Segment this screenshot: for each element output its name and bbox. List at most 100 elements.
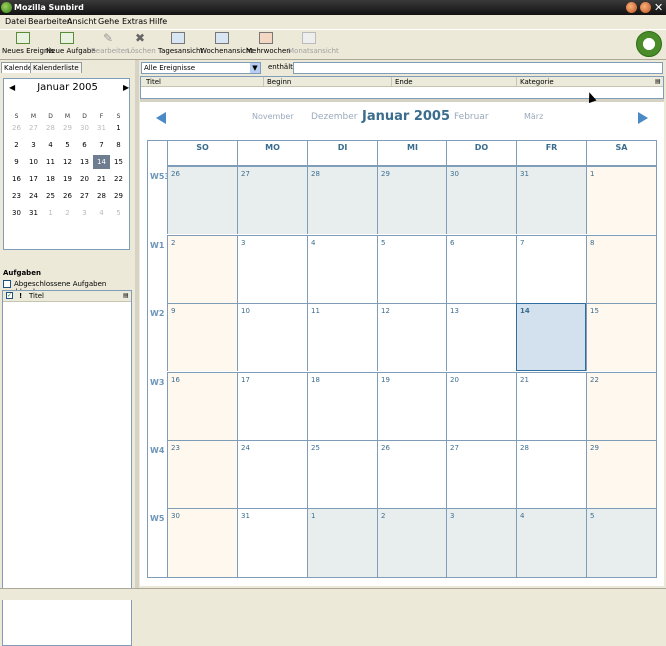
- column-picker-icon[interactable]: ▤: [655, 78, 661, 85]
- nav-month-november[interactable]: November: [252, 112, 294, 121]
- minimize-button[interactable]: [626, 2, 637, 13]
- minical-day[interactable]: 22: [110, 172, 127, 186]
- minical-day[interactable]: 19: [59, 172, 76, 186]
- day-cell[interactable]: 16: [167, 372, 237, 440]
- day-cell[interactable]: 1: [307, 508, 377, 577]
- day-cell[interactable]: 26: [377, 440, 447, 508]
- minical-day[interactable]: 11: [42, 155, 59, 169]
- nav-month-maerz[interactable]: März: [524, 112, 543, 121]
- chevron-down-icon[interactable]: ▼: [250, 63, 260, 73]
- minical-day[interactable]: 1: [42, 206, 59, 220]
- minical-day[interactable]: 29: [59, 121, 76, 135]
- day-cell[interactable]: 28: [516, 440, 586, 508]
- new-task-button[interactable]: Neue Aufgabe: [46, 32, 96, 55]
- day-cell[interactable]: 18: [307, 372, 377, 440]
- pane-splitter[interactable]: [135, 60, 139, 588]
- day-cell[interactable]: 28: [307, 166, 377, 234]
- day-cell[interactable]: 24: [237, 440, 307, 508]
- minical-day[interactable]: 5: [59, 138, 76, 152]
- month-view-button[interactable]: Monatsansicht: [288, 32, 339, 55]
- day-cell[interactable]: 2: [377, 508, 447, 577]
- menu-bearbeiten[interactable]: Bearbeiten: [28, 17, 72, 26]
- day-cell[interactable]: 27: [237, 166, 307, 234]
- day-cell[interactable]: 13: [446, 303, 516, 371]
- nav-month-februar[interactable]: Februar: [454, 112, 489, 122]
- day-cell[interactable]: 8: [586, 235, 656, 303]
- day-cell[interactable]: 10: [237, 303, 307, 371]
- nav-month-dezember[interactable]: Dezember: [311, 112, 357, 122]
- day-cell[interactable]: 4: [307, 235, 377, 303]
- day-cell[interactable]: 7: [516, 235, 586, 303]
- day-view-button[interactable]: Tagesansicht: [158, 32, 203, 55]
- menu-gehe[interactable]: Gehe: [98, 17, 119, 26]
- minical-day[interactable]: 26: [8, 121, 25, 135]
- minical-day[interactable]: 13: [76, 155, 93, 169]
- prev-month-arrow-icon[interactable]: [156, 112, 166, 124]
- minical-day[interactable]: 8: [110, 138, 127, 152]
- minical-day[interactable]: 27: [76, 189, 93, 203]
- day-cell[interactable]: 3: [237, 235, 307, 303]
- day-cell[interactable]: 30: [446, 166, 516, 234]
- col-beginn[interactable]: Beginn: [267, 78, 291, 86]
- minical-day[interactable]: 5: [110, 206, 127, 220]
- day-cell[interactable]: 29: [377, 166, 447, 234]
- day-cell[interactable]: 1: [586, 166, 656, 234]
- close-button[interactable]: ✕: [654, 1, 663, 14]
- day-cell[interactable]: 2: [167, 235, 237, 303]
- minical-day[interactable]: 28: [42, 121, 59, 135]
- title-column[interactable]: Titel: [29, 292, 44, 300]
- menu-ansicht[interactable]: Ansicht: [67, 17, 97, 26]
- minical-day[interactable]: 17: [25, 172, 42, 186]
- minical-day[interactable]: 12: [59, 155, 76, 169]
- menu-datei[interactable]: Datei: [5, 17, 26, 26]
- col-kategorie[interactable]: Kategorie: [520, 78, 554, 86]
- day-cell[interactable]: 3: [446, 508, 516, 577]
- event-filter-select[interactable]: Alle Ereignisse ▼: [141, 62, 261, 74]
- edit-button[interactable]: ✎ Bearbeiten: [91, 32, 129, 55]
- minical-day[interactable]: 15: [110, 155, 127, 169]
- minical-day[interactable]: 31: [93, 121, 110, 135]
- minical-day[interactable]: 21: [93, 172, 110, 186]
- minical-day[interactable]: 14: [93, 155, 110, 169]
- minical-day[interactable]: 4: [42, 138, 59, 152]
- minical-day[interactable]: 24: [25, 189, 42, 203]
- search-input[interactable]: [293, 62, 663, 74]
- day-cell[interactable]: 21: [516, 372, 586, 440]
- day-cell[interactable]: 30: [167, 508, 237, 577]
- minical-day[interactable]: 16: [8, 172, 25, 186]
- minical-day[interactable]: 29: [110, 189, 127, 203]
- minical-day[interactable]: 25: [42, 189, 59, 203]
- minical-day[interactable]: 28: [93, 189, 110, 203]
- minical-day[interactable]: 7: [93, 138, 110, 152]
- minical-day[interactable]: 26: [59, 189, 76, 203]
- maximize-button[interactable]: [640, 2, 651, 13]
- minical-day[interactable]: 3: [25, 138, 42, 152]
- minical-day[interactable]: 31: [25, 206, 42, 220]
- day-cell[interactable]: 26: [167, 166, 237, 234]
- day-cell[interactable]: 12: [377, 303, 447, 371]
- minical-day[interactable]: 6: [76, 138, 93, 152]
- multiweek-view-button[interactable]: Mehrwochen: [246, 32, 291, 55]
- column-picker-icon[interactable]: ▤: [123, 292, 129, 299]
- day-cell[interactable]: 14: [516, 303, 586, 371]
- col-titel[interactable]: Titel: [146, 78, 161, 86]
- day-cell[interactable]: 29: [586, 440, 656, 508]
- minical-day[interactable]: 30: [8, 206, 25, 220]
- minical-day[interactable]: 2: [59, 206, 76, 220]
- day-cell[interactable]: 15: [586, 303, 656, 371]
- minical-day[interactable]: 1: [110, 121, 127, 135]
- minical-day[interactable]: 18: [42, 172, 59, 186]
- day-cell[interactable]: 22: [586, 372, 656, 440]
- minical-day[interactable]: 2: [8, 138, 25, 152]
- minical-day[interactable]: 27: [25, 121, 42, 135]
- completed-column-check-icon[interactable]: ✓: [6, 292, 13, 299]
- day-cell[interactable]: 4: [516, 508, 586, 577]
- day-cell[interactable]: 6: [446, 235, 516, 303]
- menu-hilfe[interactable]: Hilfe: [149, 17, 167, 26]
- day-cell[interactable]: 31: [516, 166, 586, 234]
- tab-kalenderliste[interactable]: Kalenderliste: [30, 62, 82, 73]
- day-cell[interactable]: 9: [167, 303, 237, 371]
- minical-day[interactable]: 9: [8, 155, 25, 169]
- col-ende[interactable]: Ende: [395, 78, 413, 86]
- minical-day[interactable]: 23: [8, 189, 25, 203]
